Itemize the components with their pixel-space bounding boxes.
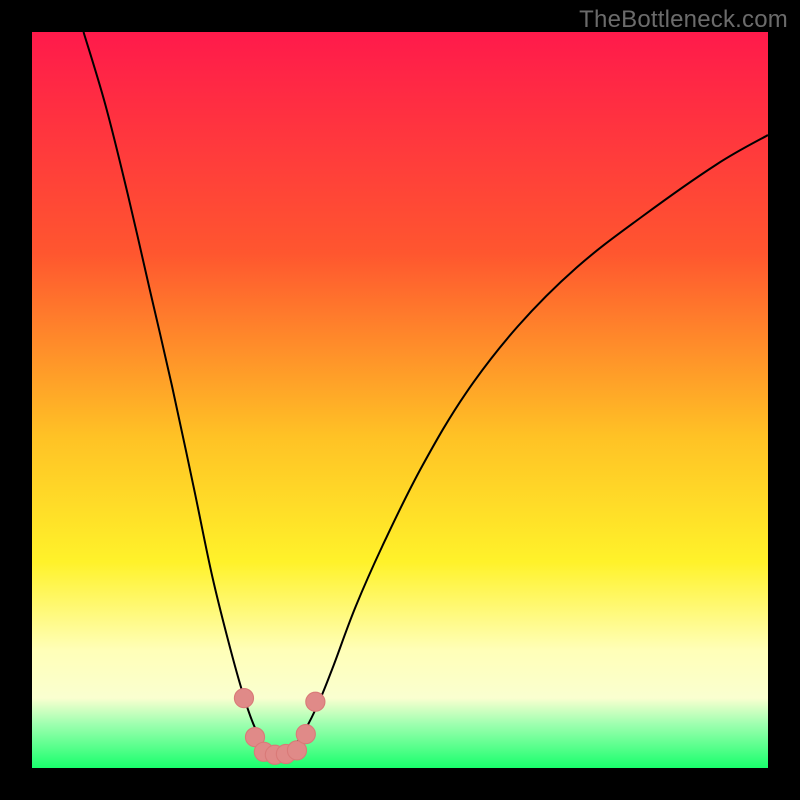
curve-layer [32, 32, 768, 768]
marker-dot [306, 692, 325, 711]
marker-dot [234, 689, 253, 708]
marker-dot [296, 725, 315, 744]
highlight-markers [234, 689, 325, 765]
bottleneck-curve [84, 32, 768, 750]
plot-area [32, 32, 768, 768]
watermark-text: TheBottleneck.com [579, 6, 788, 34]
chart-frame: TheBottleneck.com [0, 0, 800, 800]
